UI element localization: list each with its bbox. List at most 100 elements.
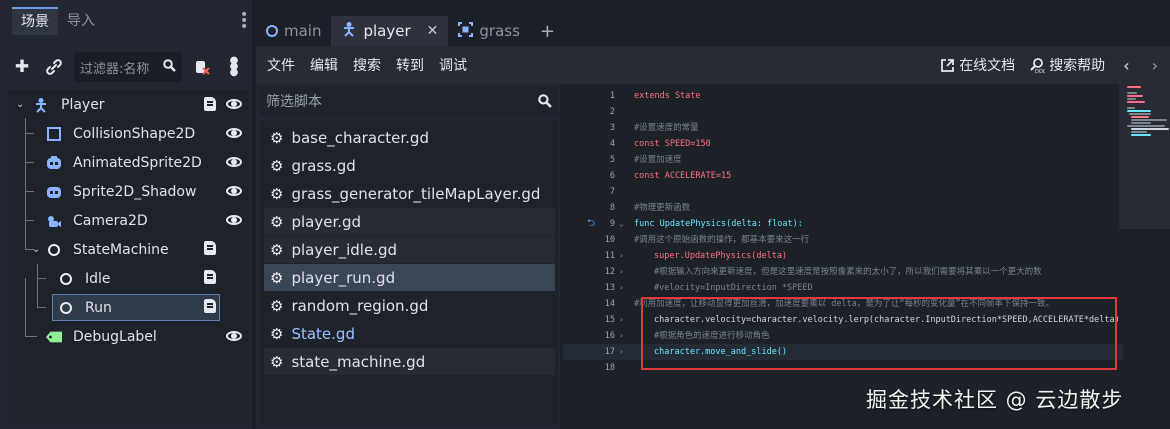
code-line: 13 › #velocity=InputDirection *SPEED <box>604 283 813 293</box>
tab-import[interactable]: 导入 <box>58 7 104 35</box>
tree-node-label: Sprite2D_Shadow <box>73 183 197 200</box>
tree-node-sprite-shadow[interactable]: Sprite2D_Shadow <box>8 177 248 206</box>
menu-edit[interactable]: 编辑 <box>310 55 338 75</box>
player-node-icon <box>341 21 357 41</box>
node-actions <box>204 96 242 112</box>
chevron-left-icon[interactable]: ‹ <box>1119 56 1133 75</box>
code-line: 4 const SPEED=150 <box>609 139 711 149</box>
code-line: 10 #调用这个原始函数的操作，都基本要来这一行 <box>604 235 810 245</box>
script-menubar: 文件 编辑 搜索 转到 调试 在线文档 DOC 搜索帮助 ‹ › <box>256 46 1170 84</box>
menu-debug[interactable]: 调试 <box>439 55 467 75</box>
script-item[interactable]: ⚙ grass.gd <box>264 152 555 179</box>
add-node-icon[interactable]: ✚ <box>10 54 34 80</box>
script-filter-input[interactable]: 筛选脚本 <box>260 86 558 116</box>
node-filter-input[interactable]: 过滤器:名称 <box>74 52 182 82</box>
dock-menu-icon[interactable]: • • • <box>240 8 248 34</box>
tree-node-player[interactable]: ⌄ Player <box>8 90 248 119</box>
node-actions <box>204 299 242 313</box>
godot-editor: 场景 导入 • • • ✚ 过滤器:名称 ● ● ● ⌄ Player Coll… <box>0 0 1170 429</box>
tree-node-label: Player <box>61 96 105 113</box>
detach-script-icon[interactable] <box>190 54 214 80</box>
fold-chevron-icon[interactable]: ⌄ <box>619 216 624 232</box>
link-icon[interactable] <box>42 54 66 80</box>
tree-node-animated-sprite[interactable]: AnimatedSprite2D <box>8 148 248 177</box>
script-item[interactable]: ⚙ grass_generator_tileMapLayer.gd <box>264 180 555 207</box>
scene-dock: 场景 导入 • • • ✚ 过滤器:名称 ● ● ● ⌄ Player Coll… <box>0 0 252 429</box>
script-name: state_machine.gd <box>291 352 426 371</box>
script-item[interactable]: ⚙ player_idle.gd <box>264 236 555 263</box>
script-icon[interactable] <box>204 270 216 284</box>
code-line: 7 <box>609 187 615 197</box>
script-name: player_run.gd <box>291 268 396 287</box>
script-item[interactable]: ⚙ base_character.gd <box>264 124 555 151</box>
tree-node-label: Run <box>85 299 112 316</box>
online-docs-label: 在线文档 <box>959 58 1016 74</box>
chevron-down-icon[interactable]: ⌄ <box>16 99 24 110</box>
visibility-eye-icon[interactable] <box>226 328 242 344</box>
add-tab-button[interactable]: + <box>530 16 565 46</box>
tab-grass[interactable]: grass <box>448 16 530 46</box>
gear-icon: ⚙ <box>270 324 284 343</box>
script-icon[interactable] <box>204 299 216 313</box>
code-line: 12 › #根据输入方向来更新速度，但是这里速度是按照像素来的太小了，所以我们需要将… <box>604 267 1042 277</box>
gear-icon: ⚙ <box>270 212 284 231</box>
tree-node-idle[interactable]: Idle <box>8 264 248 293</box>
tree-node-camera[interactable]: Camera2D <box>8 206 248 235</box>
more-options-icon[interactable]: ● ● ● <box>222 54 246 80</box>
node-actions <box>226 183 242 199</box>
code-line: 3 #设置速度的常量 <box>609 123 699 133</box>
script-filter-placeholder: 筛选脚本 <box>266 94 322 110</box>
script-item[interactable]: ⚙ player.gd <box>264 208 555 235</box>
code-line: 5 #设置加速度 <box>609 155 682 165</box>
script-item[interactable]: ⚙ random_region.gd <box>264 292 555 319</box>
tree-node-run[interactable]: Run <box>8 293 248 322</box>
tree-node-label: Idle <box>85 270 111 287</box>
tab-player[interactable]: player ✕ <box>331 16 449 46</box>
animated-sprite-icon <box>46 155 62 171</box>
node-actions <box>204 270 242 284</box>
tab-scene[interactable]: 场景 <box>12 7 58 35</box>
script-item[interactable]: ⚙ State.gd <box>264 320 555 347</box>
script-name: grass.gd <box>291 156 356 175</box>
code-line: 8 #物理更新函数 <box>609 203 691 213</box>
code-editor[interactable]: 1 extends State 2 3 #设置速度的常量 4 const SPEED=… <box>563 84 1170 429</box>
search-icon <box>538 94 552 108</box>
script-icon[interactable] <box>204 97 216 111</box>
search-help-button[interactable]: DOC 搜索帮助 <box>1029 55 1105 75</box>
script-name: player_idle.gd <box>291 240 398 259</box>
chevron-down-icon[interactable]: ⌄ <box>32 244 40 255</box>
code-line: 15 › character.velocity=character.velocity… <box>604 315 1120 325</box>
gear-icon: ⚙ <box>270 296 284 315</box>
visibility-eye-icon[interactable] <box>226 183 242 199</box>
script-item-selected[interactable]: ⚙ player_run.gd <box>264 264 555 291</box>
node-actions <box>226 328 242 344</box>
minimap[interactable] <box>1123 84 1170 224</box>
node-icon <box>266 25 278 37</box>
menu-goto[interactable]: 转到 <box>396 55 424 75</box>
tab-main[interactable]: main <box>256 16 331 46</box>
selection-highlight <box>52 294 220 321</box>
scene-tabs: main player ✕ grass + <box>256 16 1170 46</box>
visibility-eye-icon[interactable] <box>226 125 242 141</box>
code-line: 6 const ACCELERATE=15 <box>609 171 732 181</box>
search-help-label: 搜索帮助 <box>1049 58 1106 74</box>
node-icon <box>58 300 74 316</box>
tree-node-collision-shape[interactable]: CollisionShape2D <box>8 119 248 148</box>
tree-node-debug-label[interactable]: DebugLabel <box>8 322 248 351</box>
menu-file[interactable]: 文件 <box>267 55 295 75</box>
visibility-eye-icon[interactable] <box>226 154 242 170</box>
code-line: 18 <box>604 363 615 373</box>
tree-node-state-machine[interactable]: ⌄ StateMachine <box>8 235 248 264</box>
online-docs-button[interactable]: 在线文档 <box>940 55 1015 75</box>
close-icon[interactable]: ✕ <box>427 23 439 39</box>
script-item[interactable]: ⚙ state_machine.gd <box>264 348 555 375</box>
visibility-eye-icon[interactable] <box>226 96 242 112</box>
code-line: 16 › #根据角色的速度进行移动角色 <box>604 331 770 341</box>
chevron-right-icon[interactable]: › <box>1148 56 1162 75</box>
visibility-eye-icon[interactable] <box>226 212 242 228</box>
menu-search[interactable]: 搜索 <box>353 55 381 75</box>
script-icon[interactable] <box>204 241 216 255</box>
code-line: 11 › super.UpdatePhysics(delta) <box>604 251 788 261</box>
code-line: 17 › character.move_and_slide() <box>604 347 788 357</box>
tree-node-label: StateMachine <box>73 241 169 258</box>
